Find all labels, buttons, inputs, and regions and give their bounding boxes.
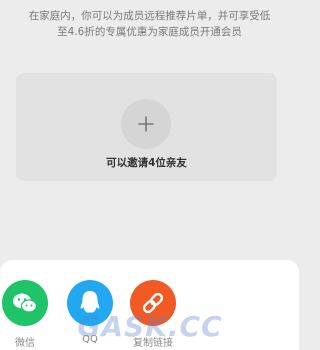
plus-icon (138, 116, 154, 132)
share-wechat-button[interactable]: 微信 (0, 280, 55, 349)
watermark: GASK.CC (77, 310, 223, 343)
share-wechat-label: 微信 (15, 338, 35, 349)
add-member-button[interactable] (121, 99, 171, 149)
description-line-2: 至4.6折的专属优惠为家庭成员开通会员 (57, 26, 242, 38)
invite-label: 可以邀请4位亲友 (106, 157, 187, 169)
description-line-1: 在家庭内，你可以为成员远程推荐片单，并可享受低 (28, 10, 271, 22)
invite-card[interactable]: 可以邀请4位亲友 (16, 73, 277, 181)
wechat-icon (2, 280, 48, 326)
family-description: 在家庭内，你可以为成员远程推荐片单，并可享受低 至4.6折的专属优惠为家庭成员开… (14, 8, 285, 40)
